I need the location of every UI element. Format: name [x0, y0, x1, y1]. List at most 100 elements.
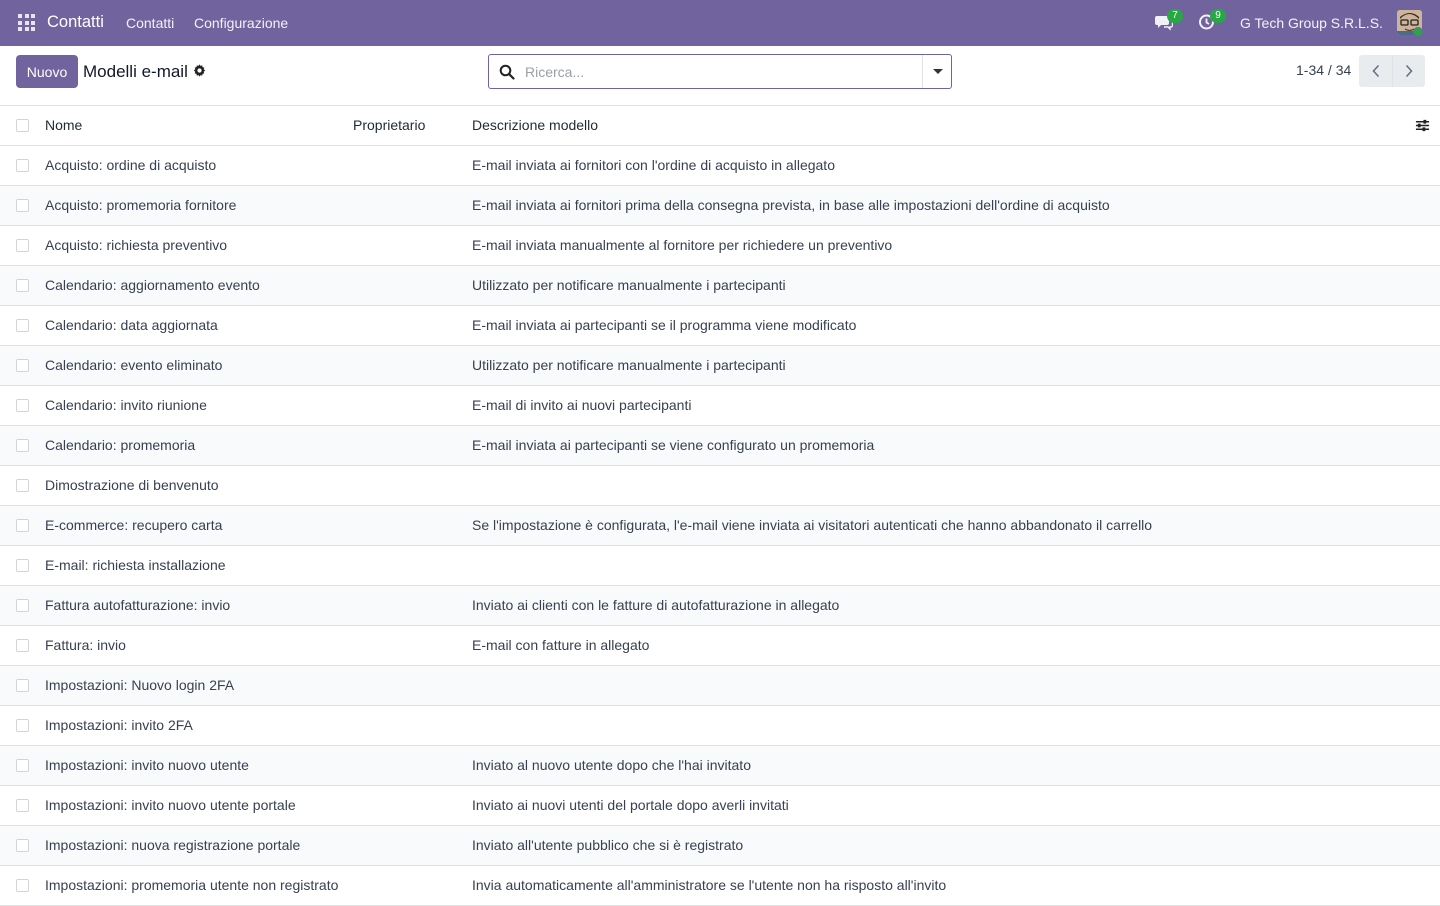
row-description: E-mail inviata ai fornitori con l'ordine…	[472, 157, 835, 173]
row-checkbox[interactable]	[16, 359, 29, 372]
column-header-owner[interactable]: Proprietario	[353, 117, 425, 133]
row-checkbox[interactable]	[16, 279, 29, 292]
chevron-left-icon	[1371, 64, 1379, 78]
row-name: Calendario: aggiornamento evento	[45, 277, 260, 293]
company-switcher[interactable]: G Tech Group S.R.L.S.	[1240, 15, 1383, 31]
activities-button[interactable]: 9	[1198, 9, 1226, 31]
row-name: Calendario: promemoria	[45, 437, 196, 453]
table-row[interactable]: Impostazioni: Nuovo login 2FA	[0, 666, 1440, 706]
search-options-toggle[interactable]	[922, 55, 952, 88]
row-description: E-mail inviata ai partecipanti se viene …	[472, 437, 875, 453]
table-row[interactable]: Fattura autofatturazione: invio Inviato a…	[0, 586, 1440, 626]
select-all-checkbox[interactable]	[16, 119, 29, 132]
row-description: Inviato ai nuovi utenti del portale dopo…	[472, 797, 789, 813]
top-navbar: Contatti Contatti Configurazione 7 9 G T…	[0, 0, 1440, 46]
row-checkbox[interactable]	[16, 679, 29, 692]
row-description: Se l'impostazione è configurata, l'e-mai…	[472, 517, 1153, 533]
row-name: Impostazioni: promemoria utente non regi…	[45, 877, 339, 893]
row-description: E-mail di invito ai nuovi partecipanti	[472, 397, 692, 413]
row-checkbox[interactable]	[16, 319, 29, 332]
row-name: Impostazioni: nuova registrazione portal…	[45, 837, 301, 853]
menu-contatti[interactable]: Contatti	[126, 15, 174, 31]
row-name: Acquisto: richiesta preventivo	[45, 237, 228, 253]
table-row[interactable]: Fattura: invio E-mail con fatture in alle…	[0, 626, 1440, 666]
table-header: Nome Proprietario Descrizione modello	[0, 106, 1440, 146]
chevron-right-icon	[1405, 64, 1413, 78]
row-description: E-mail con fatture in allegato	[472, 637, 650, 653]
menu-configurazione[interactable]: Configurazione	[194, 15, 288, 31]
row-description: Invia automaticamente all'amministratore…	[472, 877, 947, 893]
email-templates-table: Nome Proprietario Descrizione modello Ac…	[0, 106, 1440, 906]
row-description: Inviato ai clienti con le fatture di aut…	[472, 597, 840, 613]
column-header-name[interactable]: Nome	[45, 117, 82, 133]
pager-next-button[interactable]	[1392, 55, 1425, 87]
search-input[interactable]	[525, 61, 905, 83]
row-checkbox[interactable]	[16, 799, 29, 812]
row-checkbox[interactable]	[16, 479, 29, 492]
row-checkbox[interactable]	[16, 559, 29, 572]
page-title: Modelli e-mail	[83, 62, 188, 81]
apps-menu-icon[interactable]	[18, 14, 35, 31]
table-row[interactable]: Calendario: data aggiornata E-mail inviat…	[0, 306, 1440, 346]
pager-value[interactable]: 1-34 / 34	[1296, 62, 1351, 78]
row-name: Calendario: data aggiornata	[45, 317, 218, 333]
table-row[interactable]: E-commerce: recupero carta Se l'impostazi…	[0, 506, 1440, 546]
row-name: Acquisto: promemoria fornitore	[45, 197, 237, 213]
row-checkbox[interactable]	[16, 599, 29, 612]
table-row[interactable]: Calendario: aggiornamento evento Utilizza…	[0, 266, 1440, 306]
search-icon[interactable]	[499, 64, 515, 80]
control-panel: Nuovo Modelli e-mail 1-34 / 34	[0, 46, 1440, 106]
row-description: E-mail inviata ai fornitori prima della …	[472, 197, 1110, 213]
row-checkbox[interactable]	[16, 399, 29, 412]
row-name: E-commerce: recupero carta	[45, 517, 223, 533]
row-name: E-mail: richiesta installazione	[45, 557, 226, 573]
table-row[interactable]: Impostazioni: invito nuovo utente portal…	[0, 786, 1440, 826]
activities-badge: 9	[1210, 9, 1226, 23]
row-checkbox[interactable]	[16, 439, 29, 452]
row-checkbox[interactable]	[16, 519, 29, 532]
table-row[interactable]: Impostazioni: invito nuovo utente Inviato…	[0, 746, 1440, 786]
row-name: Impostazioni: Nuovo login 2FA	[45, 677, 235, 693]
table-row[interactable]: Calendario: invito riunione E-mail di inv…	[0, 386, 1440, 426]
row-description: Inviato al nuovo utente dopo che l'hai i…	[472, 757, 751, 773]
row-name: Calendario: evento eliminato	[45, 357, 223, 373]
row-name: Calendario: invito riunione	[45, 397, 207, 413]
row-checkbox[interactable]	[16, 879, 29, 892]
column-header-description[interactable]: Descrizione modello	[472, 117, 598, 133]
table-row[interactable]: Impostazioni: nuova registrazione portal…	[0, 826, 1440, 866]
gear-icon[interactable]	[193, 64, 206, 77]
row-checkbox[interactable]	[16, 759, 29, 772]
table-row[interactable]: Acquisto: promemoria fornitore E-mail inv…	[0, 186, 1440, 226]
row-description: Inviato all'utente pubblico che si è reg…	[472, 837, 744, 853]
row-name: Impostazioni: invito nuovo utente portal…	[45, 797, 296, 813]
messages-badge: 7	[1167, 9, 1183, 23]
row-description: E-mail inviata manualmente al fornitore …	[472, 237, 893, 253]
row-checkbox[interactable]	[16, 639, 29, 652]
messages-button[interactable]: 7	[1155, 9, 1183, 31]
row-checkbox[interactable]	[16, 239, 29, 252]
row-description: Utilizzato per notificare manualmente i …	[472, 357, 786, 373]
row-name: Impostazioni: invito nuovo utente	[45, 757, 249, 773]
caret-down-icon	[932, 69, 943, 74]
table-row[interactable]: Acquisto: ordine di acquisto E-mail invia…	[0, 146, 1440, 186]
online-status-dot	[1413, 27, 1423, 37]
row-description: Utilizzato per notificare manualmente i …	[472, 277, 786, 293]
table-row[interactable]: Impostazioni: invito 2FA	[0, 706, 1440, 746]
table-row[interactable]: Calendario: evento eliminato Utilizzato p…	[0, 346, 1440, 386]
row-name: Fattura autofatturazione: invio	[45, 597, 231, 613]
app-name[interactable]: Contatti	[47, 13, 104, 32]
pager-previous-button[interactable]	[1359, 55, 1392, 87]
table-row[interactable]: Calendario: promemoria E-mail inviata ai …	[0, 426, 1440, 466]
row-checkbox[interactable]	[16, 159, 29, 172]
table-row[interactable]: Dimostrazione di benvenuto	[0, 466, 1440, 506]
row-description: E-mail inviata ai partecipanti se il pro…	[472, 317, 857, 333]
row-checkbox[interactable]	[16, 199, 29, 212]
row-checkbox[interactable]	[16, 719, 29, 732]
row-checkbox[interactable]	[16, 839, 29, 852]
column-settings-icon[interactable]	[1415, 118, 1430, 133]
row-name: Impostazioni: invito 2FA	[45, 717, 193, 733]
table-row[interactable]: Acquisto: richiesta preventivo E-mail inv…	[0, 226, 1440, 266]
table-row[interactable]: E-mail: richiesta installazione	[0, 546, 1440, 586]
table-row[interactable]: Impostazioni: promemoria utente non regi…	[0, 866, 1440, 906]
new-button[interactable]: Nuovo	[16, 55, 78, 88]
